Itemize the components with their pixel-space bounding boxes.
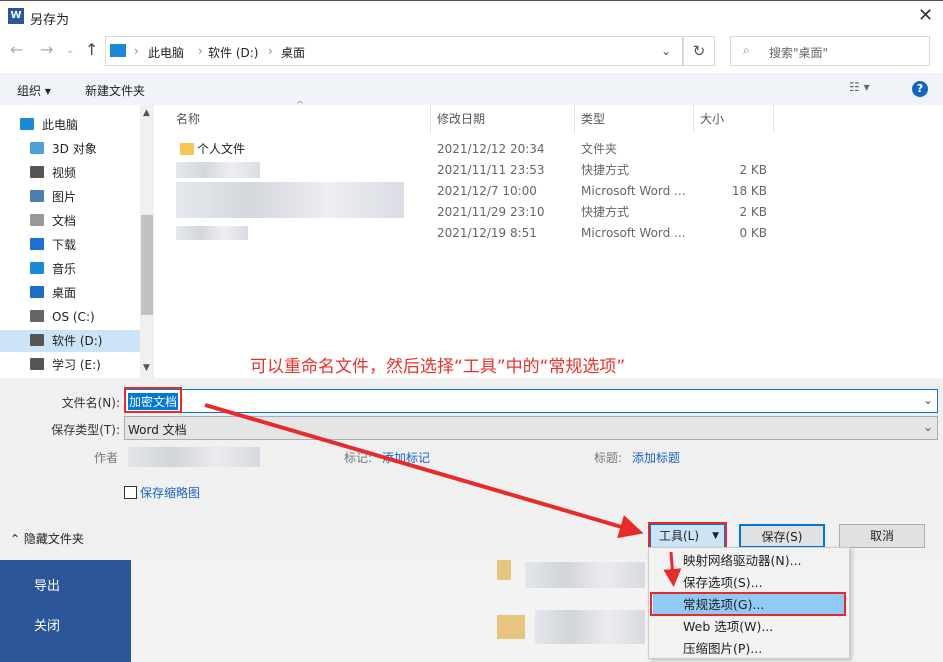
word-app-icon: W <box>8 8 24 24</box>
organize-button[interactable]: 组织 ▾ <box>17 82 51 99</box>
annotation-text: 可以重命名文件，然后选择“工具”中的“常规选项” <box>250 357 626 377</box>
sidebar-item[interactable]: 音乐 <box>30 258 150 280</box>
sidebar-item[interactable]: 3D 对象 <box>30 138 150 160</box>
scrollbar-thumb[interactable] <box>141 215 153 315</box>
toolbar: 组织 ▾ 新建文件夹 ☷ ▾ ? <box>0 73 943 105</box>
refresh-icon[interactable]: ↻ <box>683 36 715 66</box>
scroll-up-icon[interactable]: ▲ <box>143 108 150 118</box>
blurred-filename <box>176 226 248 240</box>
menu-item-web-options[interactable]: Web 选项(W)... <box>683 616 773 638</box>
column-header-date[interactable]: 修改日期 <box>431 105 575 133</box>
file-row[interactable]: 2021/12/19 8:51 Microsoft Word ... 0 KB <box>160 223 780 244</box>
close-menu-item[interactable]: 关闭 <box>34 615 60 634</box>
menu-item-compress-pictures[interactable]: 压缩图片(P)... <box>683 638 762 660</box>
save-thumbnail-label[interactable]: 保存缩略图 <box>140 484 200 501</box>
window-title: 另存为 <box>30 13 70 28</box>
scroll-down-icon[interactable]: ▼ <box>143 363 150 373</box>
sidebar-item-selected[interactable]: 软件 (D:) <box>0 330 140 352</box>
computer-icon <box>110 44 126 57</box>
address-bar[interactable]: › 此电脑 › 软件 (D:) › 桌面 ⌄ <box>105 36 683 66</box>
blurred-filename <box>176 162 260 178</box>
title-label: 标题: <box>594 451 623 465</box>
column-header-size[interactable]: 大小 <box>694 105 774 133</box>
chevron-down-icon[interactable]: ⌄ <box>923 393 933 407</box>
search-input[interactable]: ⌕ 搜索"桌面" <box>730 36 930 66</box>
sidebar-item[interactable]: 学习 (E:) <box>30 354 150 376</box>
word-backstage-sidebar: 导出 关闭 <box>0 560 131 662</box>
back-icon[interactable]: ← <box>10 40 23 59</box>
sidebar-item[interactable]: 此电脑 <box>20 114 140 136</box>
chevron-up-icon: ⌃ <box>10 532 21 546</box>
menu-item-map-network-drive[interactable]: 映射网络驱动器(N)... <box>683 550 802 572</box>
chevron-down-icon[interactable]: ⌄ <box>661 44 671 58</box>
crumb[interactable]: 软件 (D:) <box>208 44 258 61</box>
title-bar: W 另存为 ✕ <box>0 0 943 32</box>
search-placeholder: 搜索"桌面" <box>769 46 829 60</box>
folder-icon <box>180 143 194 155</box>
file-type-select[interactable]: Word 文档 ⌄ <box>124 416 938 440</box>
sidebar-item[interactable]: 视频 <box>30 162 150 184</box>
type-label: 保存类型(T): <box>51 423 120 437</box>
forward-icon[interactable]: → <box>40 40 53 59</box>
sidebar-item[interactable]: 图片 <box>30 186 150 208</box>
cancel-button[interactable]: 取消 <box>839 524 925 548</box>
tags-label: 标记: <box>344 451 373 465</box>
view-options-icon[interactable]: ☷ ▾ <box>849 80 870 94</box>
new-folder-button[interactable]: 新建文件夹 <box>85 82 145 99</box>
close-icon[interactable]: ✕ <box>918 5 933 26</box>
sidebar-item[interactable]: 桌面 <box>30 282 150 304</box>
add-title-link[interactable]: 添加标题 <box>632 449 680 466</box>
sort-ascending-icon: ^ <box>296 100 305 111</box>
export-menu-item[interactable]: 导出 <box>34 575 60 594</box>
menu-item-save-options[interactable]: 保存选项(S)... <box>683 572 763 594</box>
file-type-value: Word 文档 <box>128 423 187 437</box>
filename-label: 文件名(N): <box>61 396 120 410</box>
blurred-author[interactable] <box>128 447 260 467</box>
up-icon[interactable]: ↑ <box>85 40 98 59</box>
add-tags-link[interactable]: 添加标记 <box>382 449 430 466</box>
column-header-type[interactable]: 类型 <box>575 105 694 133</box>
crumb[interactable]: 桌面 <box>281 44 305 61</box>
highlight-box <box>650 592 846 616</box>
blurred-filename <box>176 182 404 218</box>
navigation-pane: 此电脑 3D 对象 视频 图片 文档 下载 音乐 桌面 OS (C:) 软件 (… <box>0 105 155 378</box>
sidebar-item[interactable]: 下载 <box>30 234 150 256</box>
save-form: 文件名(N): 加密文档 ⌄ 保存类型(T): Word 文档 ⌄ 作者 标记:… <box>0 378 943 560</box>
sidebar-item[interactable]: 文档 <box>30 210 150 232</box>
filename-input[interactable]: 加密文档 ⌄ <box>124 389 938 413</box>
recent-chevron-icon[interactable]: ⌄ <box>66 45 74 56</box>
author-label: 作者 <box>94 451 119 465</box>
highlight-box <box>648 522 727 550</box>
save-button[interactable]: 保存(S) <box>739 524 825 548</box>
sidebar-item[interactable]: OS (C:) <box>30 306 150 328</box>
hide-folders-toggle[interactable]: ⌃ 隐藏文件夹 <box>10 530 84 547</box>
save-thumbnail-checkbox[interactable] <box>124 486 137 499</box>
search-icon: ⌕ <box>743 43 750 57</box>
file-row[interactable]: 个人文件 2021/12/12 20:34 文件夹 <box>160 139 780 160</box>
help-icon[interactable]: ? <box>912 81 928 97</box>
chevron-down-icon: ⌄ <box>922 420 933 434</box>
crumb[interactable]: 此电脑 <box>148 44 184 61</box>
highlight-box <box>124 387 182 413</box>
